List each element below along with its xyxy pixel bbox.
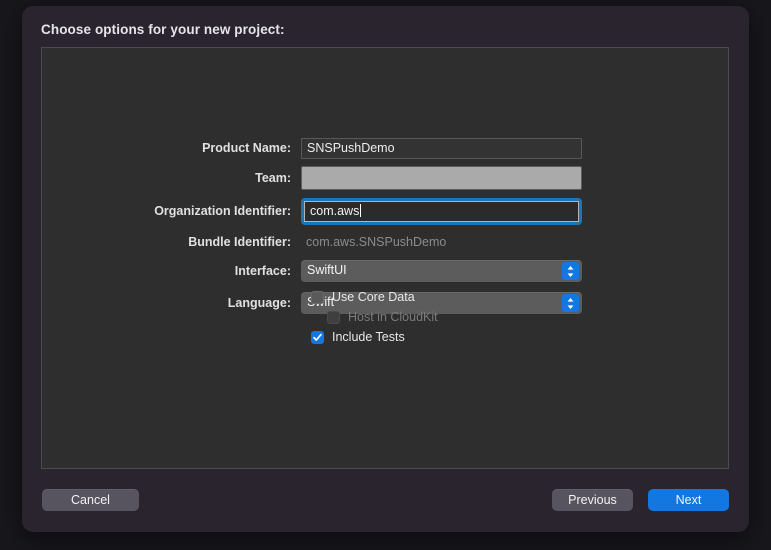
interface-select-value: SwiftUI bbox=[307, 263, 347, 277]
use-core-data-label: Use Core Data bbox=[332, 290, 415, 304]
use-core-data-checkbox[interactable] bbox=[311, 290, 324, 304]
interface-field-wrap: SwiftUI bbox=[301, 260, 582, 282]
form-row-bundle-identifier: Bundle Identifier: com.aws.SNSPushDemo bbox=[42, 231, 728, 253]
language-label: Language: bbox=[227, 296, 291, 310]
form-row-product-name: Product Name: SNSPushDemo bbox=[42, 137, 728, 159]
organization-identifier-field-wrap: com.aws bbox=[301, 197, 582, 225]
checkbox-row-include-tests[interactable]: Include Tests bbox=[311, 327, 438, 347]
product-name-label: Product Name: bbox=[202, 141, 291, 155]
product-name-input[interactable]: SNSPushDemo bbox=[301, 137, 582, 159]
host-in-cloudkit-checkbox bbox=[327, 310, 340, 324]
include-tests-checkbox[interactable] bbox=[311, 330, 324, 344]
next-button[interactable]: Next bbox=[648, 489, 729, 511]
team-label: Team: bbox=[255, 171, 291, 185]
chevron-up-down-icon[interactable] bbox=[562, 294, 579, 312]
include-tests-label: Include Tests bbox=[332, 330, 405, 344]
project-options-checkbox-group: Use Core Data Host in CloudKit Include T… bbox=[311, 287, 438, 347]
text-cursor bbox=[360, 203, 362, 217]
team-field-wrap bbox=[301, 166, 582, 190]
checkbox-row-host-in-cloudkit: Host in CloudKit bbox=[311, 307, 438, 327]
organization-identifier-input[interactable]: com.aws bbox=[304, 200, 579, 222]
host-in-cloudkit-label: Host in CloudKit bbox=[348, 310, 438, 324]
interface-select[interactable]: SwiftUI bbox=[301, 260, 582, 282]
new-project-options-dialog: Choose options for your new project: Pro… bbox=[22, 6, 749, 532]
previous-button[interactable]: Previous bbox=[552, 489, 633, 511]
checkbox-row-use-core-data[interactable]: Use Core Data bbox=[311, 287, 438, 307]
team-select[interactable] bbox=[301, 166, 582, 190]
form-row-team: Team: bbox=[42, 165, 728, 191]
cancel-button[interactable]: Cancel bbox=[42, 489, 139, 511]
chevron-up-down-icon[interactable] bbox=[562, 262, 579, 280]
organization-identifier-value: com.aws bbox=[310, 203, 360, 218]
options-content-panel: Product Name: SNSPushDemo Team: Organiza… bbox=[41, 47, 729, 469]
bundle-identifier-value: com.aws.SNSPushDemo bbox=[306, 234, 447, 249]
product-name-field-wrap: SNSPushDemo bbox=[301, 137, 582, 159]
dialog-title: Choose options for your new project: bbox=[41, 22, 285, 37]
organization-identifier-focus-ring: com.aws bbox=[301, 197, 582, 225]
interface-label: Interface: bbox=[234, 264, 291, 278]
form-row-organization-identifier: Organization Identifier: com.aws bbox=[42, 197, 728, 225]
form-row-interface: Interface: SwiftUI bbox=[42, 259, 728, 283]
bundle-identifier-label: Bundle Identifier: bbox=[188, 235, 291, 249]
organization-identifier-label: Organization Identifier: bbox=[154, 204, 291, 218]
screen: Choose options for your new project: Pro… bbox=[0, 0, 771, 550]
bundle-identifier-field-wrap: com.aws.SNSPushDemo bbox=[301, 232, 582, 253]
